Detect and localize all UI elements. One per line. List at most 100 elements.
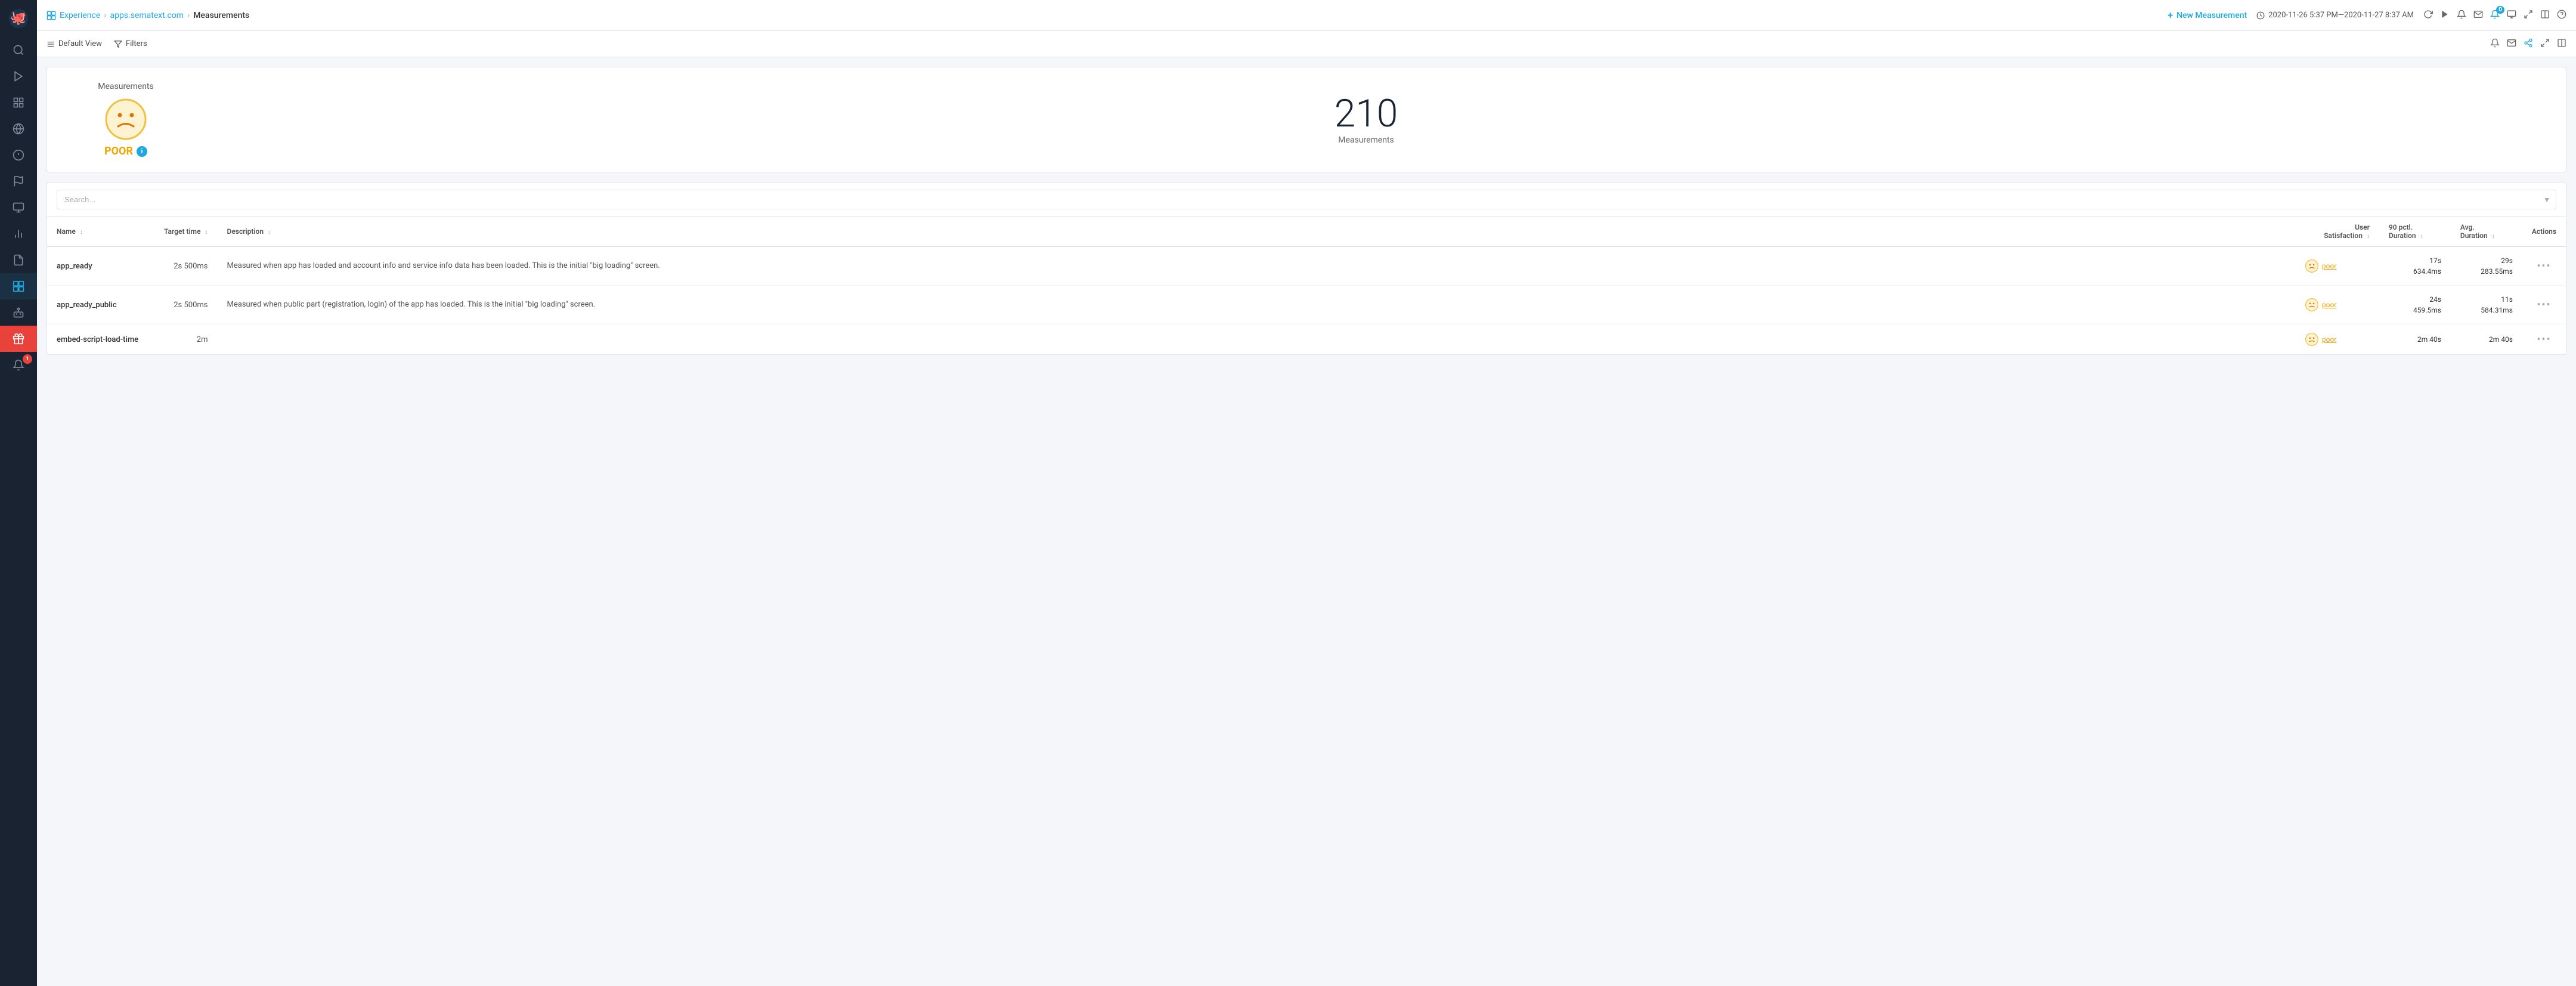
breadcrumb-sep-2: › [187,11,190,20]
new-measurement-button[interactable]: + New Measurement [2168,10,2247,21]
cell-avg-2: 11s584.31ms [2451,286,2522,324]
breadcrumb-current: Measurements [193,11,249,20]
summary-card: Measurements POOR i 210 Measurements [47,67,2566,172]
table-row: app_ready_public 2s 500ms Measured when … [47,286,2566,324]
satisfaction-face-icon [105,98,147,140]
help-icon[interactable] [2557,10,2566,21]
row-actions-button-2[interactable]: ••• [2537,299,2551,311]
sidebar-item-docs[interactable] [0,247,37,273]
search-wrapper: ▼ [57,190,2556,209]
row-face-icon-2 [2305,298,2318,311]
col-header-name[interactable]: Name ↕ [47,217,154,246]
measurements-count: 210 [1335,95,1398,133]
new-measurement-label: New Measurement [2176,11,2247,20]
sidebar-item-monitor[interactable] [0,194,37,221]
sort-target-icon[interactable]: ↕ [205,229,208,236]
breadcrumb-sep-1: › [104,11,106,20]
sidebar-item-notifications[interactable]: 1 [0,352,37,378]
cell-actions-1: ••• [2522,246,2566,286]
cell-name-3: embed-script-load-time [47,324,154,355]
breadcrumb-site[interactable]: apps.sematext.com [110,11,184,20]
filters-label: Filters [126,39,147,48]
col-header-target[interactable]: Target time ↕ [154,217,218,246]
sidebar-item-flag[interactable] [0,168,37,194]
90pct-header-text: 90 pctl.Duration [2389,223,2416,240]
toolbar-panels-icon[interactable] [2557,38,2566,50]
logo-icon: 🐙 [8,8,29,29]
mail-icon[interactable] [2473,10,2483,21]
toolbar-right [2490,38,2566,50]
panels-icon[interactable] [2540,10,2550,21]
poor-label: POOR i [104,145,147,157]
bell-icon[interactable] [2457,10,2466,21]
table-row: embed-script-load-time 2m [47,324,2566,355]
experience-nav-icon [47,11,56,20]
row-satisfaction-2[interactable]: poor [2322,301,2337,309]
col-header-90pct[interactable]: 90 pctl.Duration ↕ [2379,217,2451,246]
cell-avg-3: 2m 40s [2451,324,2522,355]
cell-actions-3: ••• [2522,324,2566,355]
filters-button[interactable]: Filters [114,39,147,48]
row-face-icon-1 [2305,259,2318,273]
sidebar-item-alerts[interactable] [0,142,37,168]
sort-desc-icon[interactable]: ↕ [268,228,271,237]
sidebar-item-search[interactable] [0,37,37,63]
sidebar-logo[interactable]: 🐙 [0,0,37,37]
sort-name-icon[interactable]: ↕ [80,229,83,236]
default-view-button[interactable]: Default View [47,39,102,48]
topnav-actions: 0 [2423,10,2566,21]
sidebar-item-gift[interactable] [0,326,37,352]
row-satisfaction-1[interactable]: poor [2322,262,2337,270]
sidebar-item-charts[interactable] [0,221,37,247]
menu-icon [47,40,55,48]
sidebar-item-globe[interactable] [0,116,37,142]
row-actions-button-1[interactable]: ••• [2537,260,2551,273]
search-input[interactable] [57,190,2556,209]
cell-satisfaction-1: poor [2296,246,2379,286]
sort-avg-icon[interactable]: ↕ [2492,233,2495,240]
display-icon[interactable] [2507,10,2516,21]
toolbar-expand-icon[interactable] [2540,38,2550,50]
refresh-button[interactable] [2423,10,2433,21]
col-header-avg[interactable]: Avg.Duration ↕ [2451,217,2522,246]
cell-satisfaction-3: poor [2296,324,2379,355]
cell-satisfaction-2: poor [2296,286,2379,324]
sort-satisfaction-icon[interactable]: ↕ [2367,233,2370,240]
nav-notification-count: 0 [2496,6,2504,14]
cell-desc-3 [218,324,2296,355]
breadcrumb-experience[interactable]: Experience [60,11,100,20]
sidebar-item-quickstart[interactable] [0,63,37,89]
toolbar-bell-icon[interactable] [2490,38,2500,50]
notification-count-btn[interactable]: 0 [2490,10,2500,21]
cell-avg-1: 29s283.55ms [2451,246,2522,286]
sidebar-item-experience[interactable] [0,273,37,299]
col-header-satisfaction[interactable]: UserSatisfaction ↕ [2296,217,2379,246]
svg-text:🐙: 🐙 [10,11,26,26]
sidebar-item-robot[interactable] [0,299,37,326]
sort-90pct-icon[interactable]: ↕ [2420,233,2423,240]
datetime-range[interactable]: 2020-11-26 5:37 PM—2020-11-27 8:37 AM [2256,11,2414,20]
toolbar: Default View Filters [37,31,2576,57]
datetime-value: 2020-11-26 5:37 PM—2020-11-27 8:37 AM [2268,11,2414,20]
avg-header-text: Avg.Duration [2460,223,2488,240]
poor-text: POOR [104,145,133,157]
summary-left: Measurements POOR i [66,82,185,157]
toolbar-mail-icon[interactable] [2507,38,2516,50]
topnav-right: + New Measurement 2020-11-26 5:37 PM—202… [2168,10,2566,21]
row-actions-button-3[interactable]: ••• [2537,333,2551,346]
row-satisfaction-3[interactable]: poor [2322,335,2337,344]
table-body: app_ready 2s 500ms Measured when app has… [47,246,2566,354]
breadcrumb: Experience › apps.sematext.com › Measure… [47,11,249,20]
play-button[interactable] [2440,10,2450,21]
sidebar-item-apps[interactable] [0,89,37,116]
row-face-icon-3 [2305,333,2318,346]
toolbar-left: Default View Filters [47,39,147,48]
table-row: app_ready 2s 500ms Measured when app has… [47,246,2566,286]
expand-icon[interactable] [2524,10,2533,21]
toolbar-share-icon[interactable] [2524,38,2533,50]
col-header-description[interactable]: Description ↕ [218,217,2296,246]
info-icon[interactable]: i [137,146,147,157]
cell-90pct-3: 2m 40s [2379,324,2451,355]
search-row: ▼ [47,183,2566,217]
cell-target-2: 2s 500ms [154,286,218,324]
